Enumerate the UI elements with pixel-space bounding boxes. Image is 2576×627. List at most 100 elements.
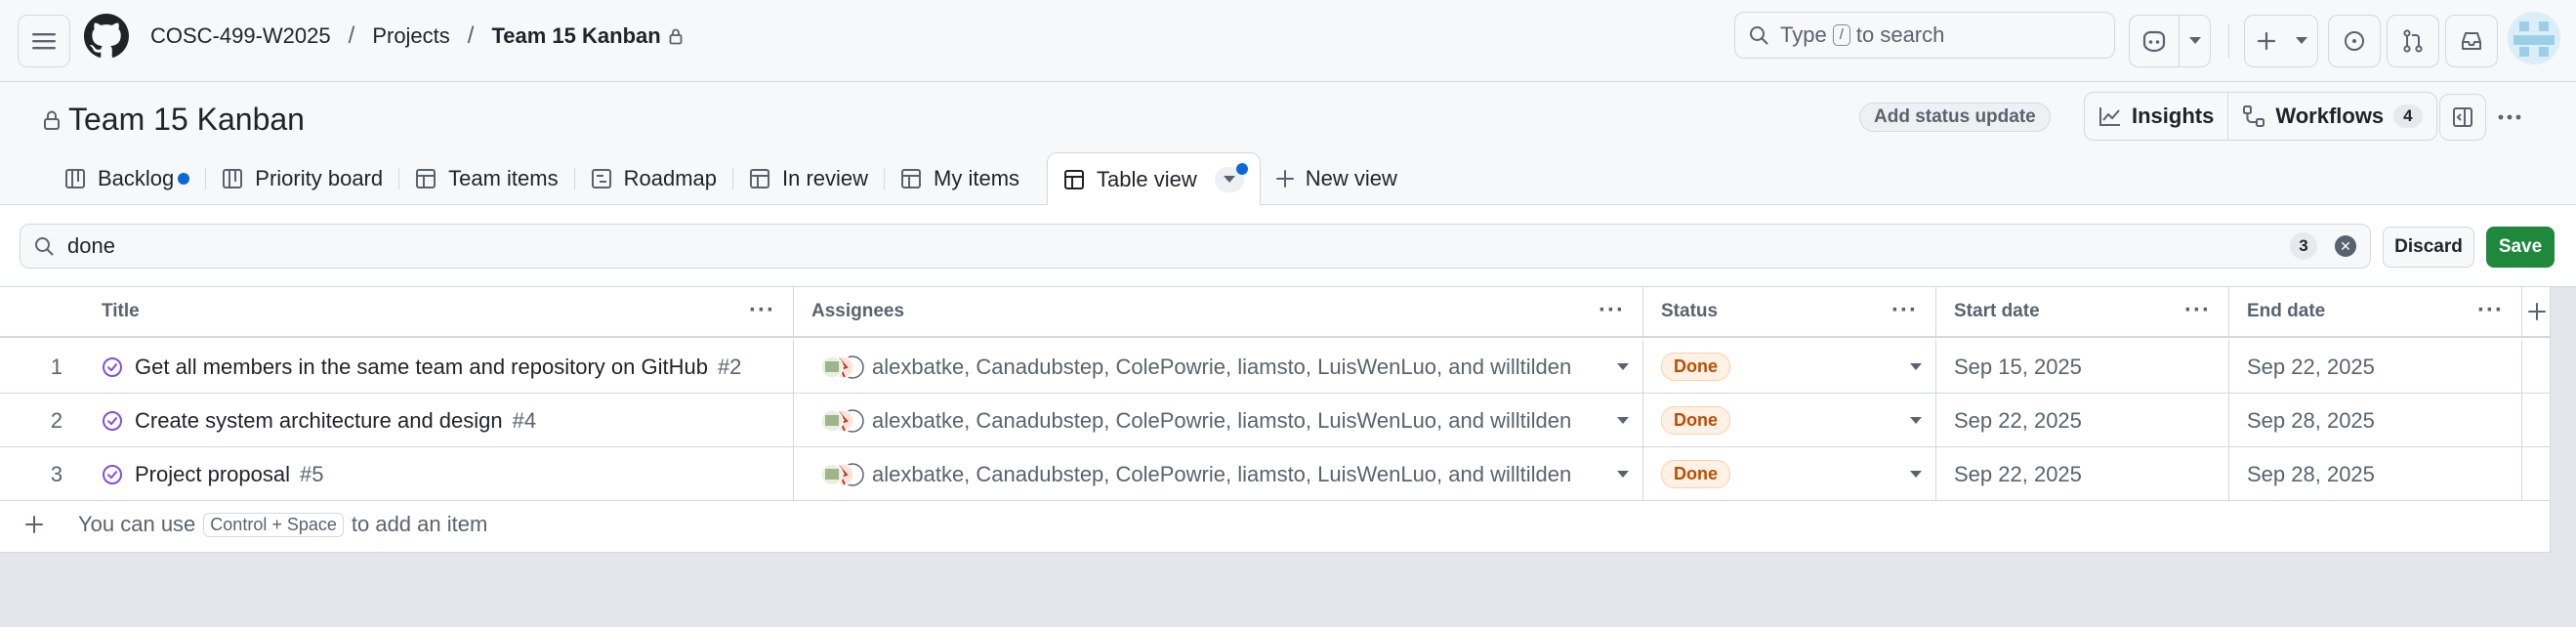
kebab-horizontal-icon (2498, 114, 2521, 120)
column-header-start-date[interactable]: Start date ··· (1935, 287, 2228, 336)
breadcrumb-projects[interactable]: Projects (372, 23, 449, 49)
copilot-button[interactable] (2130, 16, 2179, 66)
global-search-input[interactable]: Type / to search (1734, 12, 2115, 59)
clear-filter-icon[interactable]: ✕ (2335, 235, 2356, 257)
assignees-cell[interactable]: alexbatke, Canadubstep, ColePowrie, liam… (793, 394, 1642, 447)
item-title[interactable]: Create system architecture and design (135, 408, 503, 434)
column-header-status[interactable]: Status ··· (1642, 287, 1935, 336)
issue-number[interactable]: #4 (513, 408, 536, 434)
breadcrumb: COSC-499-W2025 / Projects / Team 15 Kanb… (150, 21, 683, 51)
tab-table-view[interactable]: Table view (1047, 152, 1261, 206)
column-menu-icon[interactable]: ··· (1891, 297, 1918, 324)
title-cell[interactable]: Get all members in the same team and rep… (98, 340, 793, 394)
column-header-title[interactable]: Title ··· (84, 287, 793, 336)
assignees-cell[interactable]: alexbatke, Canadubstep, ColePowrie, liam… (793, 447, 1642, 501)
status-cell[interactable]: Done (1642, 447, 1935, 501)
start-date-cell[interactable]: Sep 15, 2025 (1935, 340, 2228, 394)
empty-cell (2521, 447, 2551, 501)
start-date-cell[interactable]: Sep 22, 2025 (1935, 447, 2228, 501)
table-row[interactable]: 2 Create system architecture and design … (0, 394, 2551, 447)
workflows-button[interactable]: Workflows 4 (2227, 93, 2435, 140)
end-date-cell[interactable]: Sep 28, 2025 (2228, 447, 2521, 501)
status-cell[interactable]: Done (1642, 340, 1935, 394)
github-logo-icon[interactable] (84, 14, 129, 59)
discard-button[interactable]: Discard (2383, 227, 2474, 268)
filter-input[interactable]: done 3 ✕ (20, 224, 2371, 269)
table-icon (749, 168, 770, 189)
plus-icon (2245, 16, 2288, 66)
caret-down-icon[interactable] (1617, 363, 1629, 370)
menu-button[interactable] (18, 15, 70, 67)
copilot-menu-button[interactable] (2179, 16, 2210, 66)
create-new-button[interactable] (2244, 15, 2318, 67)
title-cell[interactable]: Project proposal #5 (98, 447, 793, 501)
column-label: Title (102, 301, 140, 321)
inbox-icon (2460, 30, 2483, 52)
tab-in-review[interactable]: In review (733, 152, 884, 205)
view-tabs: Backlog Priority board Team items Roadma… (49, 152, 1413, 206)
table-row[interactable]: 1 Get all members in the same team and r… (0, 340, 2551, 394)
issue-number[interactable]: #2 (718, 355, 741, 380)
unsaved-indicator (1235, 163, 1248, 175)
end-date-cell[interactable]: Sep 28, 2025 (2228, 394, 2521, 447)
project-actions: Insights Workflows 4 (2084, 92, 2437, 141)
status-badge: Done (1661, 460, 1730, 488)
caret-down-icon[interactable] (1617, 417, 1629, 424)
tab-new-view[interactable]: New view (1261, 152, 1413, 205)
title-cell[interactable]: Create system architecture and design #4 (98, 394, 793, 447)
caret-down-icon[interactable] (1910, 363, 1922, 370)
status-badge: Done (1661, 353, 1730, 381)
item-title[interactable]: Get all members in the same team and rep… (135, 355, 708, 380)
project-title-group: Team 15 Kanban (43, 102, 305, 138)
end-date-cell[interactable]: Sep 22, 2025 (2228, 340, 2521, 394)
side-panel-button[interactable] (2439, 94, 2486, 141)
status-cell[interactable]: Done (1642, 394, 1935, 447)
add-status-update-button[interactable]: Add status update (1859, 103, 2051, 132)
tab-my-items[interactable]: My items (885, 152, 1035, 205)
unsaved-indicator (178, 173, 190, 185)
divider (2228, 23, 2229, 59)
tab-roadmap[interactable]: Roadmap (575, 152, 732, 205)
tab-team-items[interactable]: Team items (399, 152, 573, 205)
items-table: Title ··· Assignees ··· Status ··· Start… (0, 287, 2551, 553)
start-date-cell[interactable]: Sep 22, 2025 (1935, 394, 2228, 447)
search-prefix: Type (1780, 22, 1827, 47)
column-menu-icon[interactable]: ··· (749, 297, 775, 324)
issue-closed-icon (102, 464, 123, 485)
inbox-button[interactable] (2445, 15, 2498, 67)
board-icon (64, 168, 86, 189)
project-menu-button[interactable] (2486, 94, 2533, 141)
column-header-end-date[interactable]: End date ··· (2228, 287, 2521, 336)
assignees-cell[interactable]: alexbatke, Canadubstep, ColePowrie, liam… (793, 340, 1642, 394)
save-button[interactable]: Save (2486, 227, 2555, 268)
column-menu-icon[interactable]: ··· (1599, 297, 1625, 324)
tab-label: Team items (448, 166, 559, 190)
tab-backlog[interactable]: Backlog (49, 152, 205, 205)
column-menu-icon[interactable]: ··· (2184, 297, 2211, 324)
add-item-suffix: to add an item (351, 512, 488, 536)
caret-down-icon[interactable] (1910, 417, 1922, 424)
column-menu-icon[interactable]: ··· (2477, 297, 2504, 324)
caret-down-icon[interactable] (1910, 471, 1922, 478)
column-header-assignees[interactable]: Assignees ··· (793, 287, 1642, 336)
insights-button[interactable]: Insights (2085, 93, 2227, 140)
table-row[interactable]: 3 Project proposal #5 alexbatke, Canadub… (0, 447, 2551, 501)
workflows-count: 4 (2393, 104, 2423, 128)
add-field-button[interactable] (2521, 287, 2551, 336)
filter-query: done (67, 233, 115, 258)
breadcrumb-org[interactable]: COSC-499-W2025 (150, 23, 331, 49)
tab-options-button[interactable] (1214, 163, 1248, 192)
pull-request-icon (2402, 29, 2424, 53)
issue-number[interactable]: #5 (300, 462, 323, 487)
caret-down-icon[interactable] (1617, 471, 1629, 478)
avatar-stack (813, 351, 866, 384)
issues-button[interactable] (2328, 15, 2381, 67)
add-item-row[interactable]: You can use Control + Space to add an it… (0, 498, 2551, 551)
keyboard-shortcut: Control + Space (203, 512, 344, 537)
user-avatar[interactable] (2508, 12, 2560, 64)
pull-requests-button[interactable] (2387, 15, 2439, 67)
avatar-stack (813, 404, 866, 438)
item-title[interactable]: Project proposal (135, 462, 290, 487)
breadcrumb-project[interactable]: Team 15 Kanban (491, 23, 660, 49)
tab-priority-board[interactable]: Priority board (206, 152, 398, 205)
